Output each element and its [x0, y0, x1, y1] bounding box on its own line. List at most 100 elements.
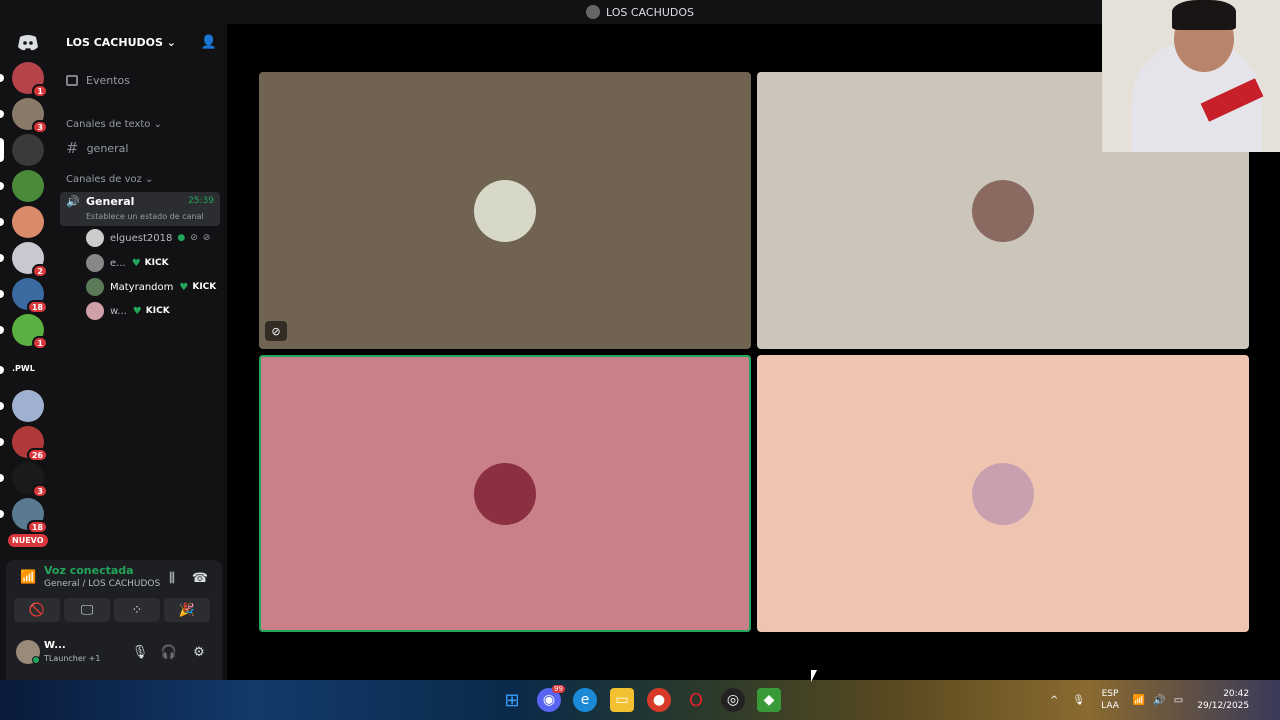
mention-badge: 2	[32, 264, 48, 278]
new-badge: NUEVO	[8, 534, 48, 547]
clock[interactable]: 20:42 29/12/2025	[1197, 688, 1249, 712]
mention-badge: 26	[26, 448, 48, 462]
camera-off-button[interactable]: 🚫	[14, 598, 60, 622]
voice-user[interactable]: e... ♥ KICK	[86, 253, 169, 273]
voice-user-name: w...	[110, 305, 127, 317]
server-item[interactable]: 18	[12, 278, 48, 314]
settings-gear-icon[interactable]: ⚙	[189, 642, 209, 662]
chevron-down-icon: ⌄	[166, 35, 176, 49]
voice-connection-panel: 📶 Voz conectada General / LOS CACHUDOS ⫼…	[6, 560, 222, 680]
category-text-channels[interactable]: Canales de texto ⌄	[66, 119, 162, 130]
server-item[interactable]: 26	[12, 426, 48, 462]
category-label: Canales de voz	[66, 174, 142, 185]
voice-user[interactable]: w... ♥ KICK	[86, 301, 170, 321]
participant-avatar	[474, 179, 536, 242]
window-title: LOS CACHUDOS	[606, 5, 694, 19]
heart-icon: ♥	[131, 257, 141, 269]
user-activity: TLauncher +1	[44, 654, 101, 663]
screen-share-button[interactable]: 🖵	[64, 598, 110, 622]
chrome-icon[interactable]: ●	[647, 688, 671, 712]
voice-channel-general[interactable]: 🔊 General 25:39 Establece un estado de c…	[60, 192, 220, 226]
windows-start-icon[interactable]: ⊞	[500, 688, 524, 712]
unread-pill	[0, 74, 4, 82]
voice-user[interactable]: elguest2018 ● ⊘ ⊘	[86, 228, 210, 248]
participant-avatar	[474, 462, 536, 525]
calendar-icon	[66, 75, 78, 86]
mention-badge: 18	[26, 520, 48, 534]
server-item[interactable]: 3	[12, 98, 48, 134]
server-item[interactable]	[12, 206, 44, 238]
discord-home-icon[interactable]	[16, 34, 40, 54]
person-hair	[1172, 0, 1236, 30]
mention-badge: 3	[32, 120, 48, 134]
unread-pill	[0, 326, 4, 334]
battery-icon[interactable]: ▭	[1174, 695, 1183, 706]
guild-name: LOS CACHUDOS	[66, 35, 163, 49]
server-item[interactable]	[12, 170, 44, 202]
server-item[interactable]: 2	[12, 242, 48, 278]
sidebar-item-events[interactable]: Eventos	[66, 74, 130, 87]
system-tray: ^ 🎙 ESP LAA 📶 🔊 ▭ 20:42 29/12/2025	[1050, 680, 1249, 720]
server-item[interactable]: 18	[12, 498, 48, 534]
soundboard-button[interactable]: 🎉	[164, 598, 210, 622]
minecraft-launcher-icon[interactable]: ◆	[757, 688, 781, 712]
events-label: Eventos	[86, 74, 130, 87]
category-label: Canales de texto	[66, 119, 151, 130]
live-dot-icon: ●	[177, 233, 186, 243]
discord-notification-badge: 99	[552, 685, 565, 693]
server-item[interactable]: 1	[12, 62, 48, 98]
unread-pill	[0, 218, 4, 226]
voice-user-name: elguest2018	[110, 232, 173, 244]
headphones-icon[interactable]: 🎧	[159, 642, 179, 662]
window-title-bar: LOS CACHUDOS	[0, 0, 1280, 24]
heart-icon: ♥	[132, 305, 142, 317]
unread-pill	[0, 110, 4, 118]
file-explorer-icon[interactable]: ▭	[610, 688, 634, 712]
signal-icon: 📶	[20, 570, 37, 585]
kick-tag: KICK	[145, 306, 170, 316]
wifi-icon[interactable]: 📶	[1133, 695, 1145, 706]
mention-badge: 1	[32, 336, 48, 350]
participant-tile[interactable]	[259, 355, 751, 632]
speaker-icon: 🔊	[66, 195, 80, 208]
participant-tile[interactable]	[757, 355, 1249, 632]
server-label: .PWL	[12, 364, 35, 373]
lang-bottom: LAA	[1101, 701, 1119, 711]
mention-badge: 3	[32, 484, 48, 498]
channel-status-prompt[interactable]: Establece un estado de canal	[86, 212, 204, 221]
muted-mic-icon: ⊘	[190, 233, 198, 243]
date: 29/12/2025	[1197, 701, 1250, 711]
disconnect-icon[interactable]: ☎	[190, 568, 210, 588]
unread-pill	[0, 366, 4, 374]
server-item[interactable]: 1	[12, 314, 48, 350]
chevron-up-icon[interactable]: ^	[1050, 695, 1058, 706]
voice-status[interactable]: Voz conectada	[44, 564, 134, 577]
voice-location[interactable]: General / LOS CACHUDOS	[44, 579, 160, 589]
server-item[interactable]	[12, 134, 44, 166]
volume-icon[interactable]: 🔊	[1153, 695, 1165, 706]
unread-pill	[0, 402, 4, 410]
channel-general-text[interactable]: # general	[66, 139, 128, 157]
participant-tile[interactable]: ⊘	[259, 72, 751, 349]
server-item[interactable]	[12, 390, 44, 422]
edge-browser-icon[interactable]: e	[573, 688, 597, 712]
microphone-tray-icon[interactable]: 🎙	[1072, 695, 1085, 706]
category-voice-channels[interactable]: Canales de voz ⌄	[66, 174, 153, 185]
language-indicator[interactable]: ESP LAA	[1101, 688, 1119, 712]
voice-user[interactable]: Matyrandom ♥ KICK	[86, 277, 216, 297]
voice-user-name: Matyrandom	[110, 281, 174, 293]
unread-pill	[0, 290, 4, 298]
server-item[interactable]: 3	[12, 462, 48, 498]
activities-button[interactable]: ⁘	[114, 598, 160, 622]
microphone-icon[interactable]: 🎙	[130, 642, 150, 662]
guild-header[interactable]: LOS CACHUDOS ⌄ 👤	[56, 24, 227, 60]
add-member-icon[interactable]: 👤	[201, 35, 217, 50]
voice-user-name: e...	[110, 257, 126, 269]
opera-icon[interactable]: O	[684, 688, 708, 712]
obs-icon[interactable]: ◎	[721, 688, 745, 712]
server-item[interactable]: .PWL	[12, 354, 44, 386]
user-name[interactable]: W...	[44, 640, 66, 651]
camera-off-icon: ⊘	[202, 233, 211, 243]
soundboard-icon[interactable]: ⫼	[162, 568, 182, 588]
user-avatar	[86, 229, 104, 247]
